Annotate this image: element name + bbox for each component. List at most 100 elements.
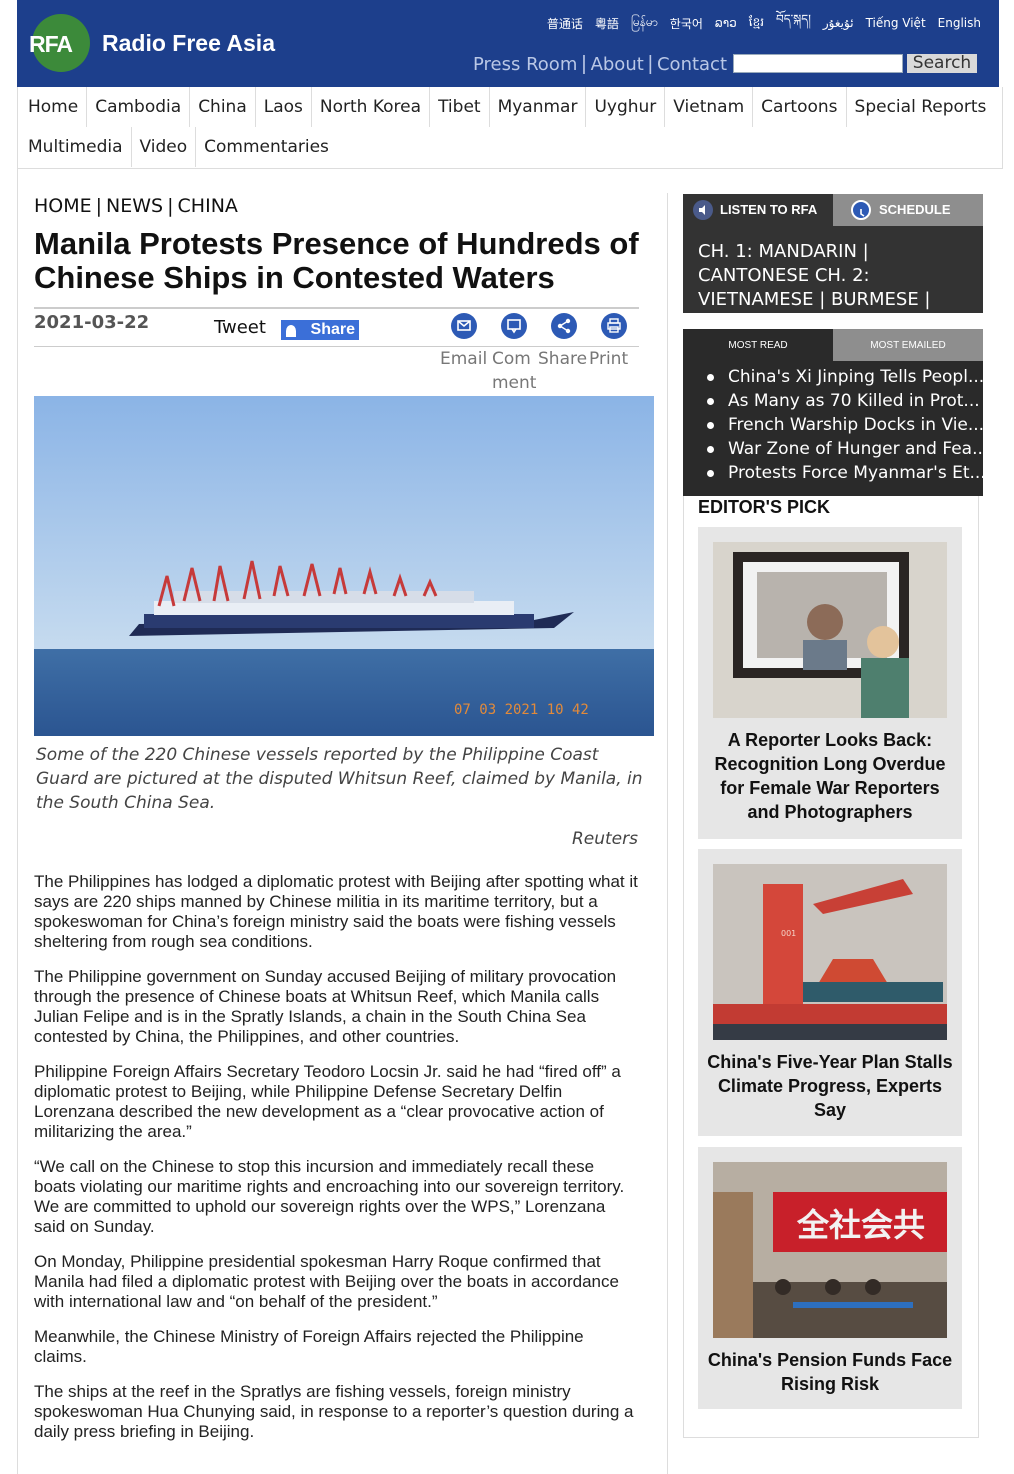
nav-row-1: Home Cambodia China Laos North Korea Tib… bbox=[20, 87, 994, 127]
email-icon[interactable] bbox=[451, 313, 477, 339]
crane-photo: 001 bbox=[713, 864, 947, 1040]
editors-pick-card[interactable]: 001 China's Five-Year Plan Stalls Climat… bbox=[698, 849, 962, 1136]
search-button[interactable]: Search bbox=[907, 54, 977, 73]
main-nav: Home Cambodia China Laos North Korea Tib… bbox=[17, 87, 1003, 169]
nav-item-myanmar[interactable]: Myanmar bbox=[490, 87, 587, 127]
facebook-share-button[interactable]: Share bbox=[281, 320, 359, 340]
facebook-icon bbox=[286, 325, 296, 337]
photo-credit: Reuters bbox=[571, 829, 638, 849]
paragraph: Philippine Foreign Affairs Secretary Teo… bbox=[34, 1062, 621, 1141]
editors-pick-title: EDITOR'S PICK bbox=[698, 497, 830, 517]
about-link[interactable]: About bbox=[591, 54, 644, 75]
nav-item-tibet[interactable]: Tibet bbox=[430, 87, 490, 127]
breadcrumb-china[interactable]: CHINA bbox=[178, 195, 238, 217]
breadcrumb-news[interactable]: NEWS bbox=[106, 195, 163, 217]
tweet-button[interactable]: Tweet bbox=[214, 317, 266, 338]
nav-item-uyghur[interactable]: Uyghur bbox=[586, 87, 666, 127]
article-body: The Philippines has lodged a diplomatic … bbox=[34, 872, 639, 1457]
print-icon[interactable] bbox=[601, 313, 627, 339]
site-header: RFA Radio Free Asia 普通话 粵語 မြန်မာ 한국어 ລາ… bbox=[17, 0, 999, 87]
most-read-list: China's Xi Jinping Tells Peopl... As Man… bbox=[707, 365, 988, 485]
nav-item-north-korea[interactable]: North Korea bbox=[312, 87, 431, 127]
lang-link[interactable]: ئۇيغۇر bbox=[823, 16, 854, 30]
listen-tab-label: LISTEN TO RFA bbox=[720, 202, 818, 217]
lang-link[interactable]: 普通话 bbox=[547, 15, 583, 32]
comment-label[interactable]: Com ment bbox=[492, 347, 540, 395]
nav-row-2: Multimedia Video Commentaries bbox=[20, 127, 337, 167]
card-caption[interactable]: A Reporter Looks Back: Recognition Long … bbox=[706, 728, 954, 824]
link-separator: | bbox=[647, 53, 653, 75]
breadcrumb-separator: | bbox=[95, 195, 103, 217]
list-item[interactable]: Protests Force Myanmar's Et... bbox=[707, 461, 988, 485]
photo-caption: Some of the 220 Chinese vessels reported… bbox=[36, 745, 643, 813]
nav-item-special-reports[interactable]: Special Reports bbox=[847, 87, 995, 127]
site-name[interactable]: Radio Free Asia bbox=[102, 30, 275, 57]
card-image: 001 bbox=[713, 864, 947, 1040]
nav-item-home[interactable]: Home bbox=[20, 87, 88, 127]
article: HOME | NEWS | CHINA Manila Protests Pres… bbox=[17, 169, 668, 1474]
card-caption[interactable]: China's Pension Funds Face Rising Risk bbox=[706, 1348, 954, 1396]
nav-item-laos[interactable]: Laos bbox=[256, 87, 312, 127]
listen-widget: LISTEN TO RFA SCHEDULE CH. 1: MANDARIN |… bbox=[683, 194, 983, 334]
paragraph: The Philippine government on Sunday accu… bbox=[34, 967, 617, 1046]
breadcrumb-separator: | bbox=[167, 195, 174, 217]
nav-item-cambodia[interactable]: Cambodia bbox=[87, 87, 191, 127]
lang-link[interactable]: 한국어 bbox=[670, 15, 703, 32]
article-title: Manila Protests Presence of Hundreds of … bbox=[34, 226, 639, 295]
most-read-widget: MOST READ MOST EMAILED China's Xi Jinpin… bbox=[683, 329, 988, 496]
top-links: Press Room | About | Contact bbox=[473, 53, 727, 76]
ships-photo-illustration: 07 03 2021 10 42 bbox=[34, 396, 654, 736]
lang-link[interactable]: བོད་སྐད། bbox=[776, 6, 811, 40]
paragraph: The ships at the reef in the Spratlys ar… bbox=[34, 1382, 634, 1441]
paragraph: Meanwhile, the Chinese Ministry of Forei… bbox=[34, 1327, 584, 1366]
most-emailed-tab[interactable]: MOST EMAILED bbox=[833, 329, 983, 361]
print-label[interactable]: Print bbox=[589, 349, 628, 369]
editors-pick-card[interactable]: A Reporter Looks Back: Recognition Long … bbox=[698, 527, 962, 839]
list-item[interactable]: War Zone of Hunger and Fea... bbox=[707, 437, 988, 461]
lang-link[interactable]: မြန်မာ bbox=[631, 14, 658, 32]
lang-link[interactable]: English bbox=[938, 16, 981, 30]
email-label[interactable]: Email bbox=[440, 349, 487, 369]
comment-icon[interactable] bbox=[501, 313, 527, 339]
article-date: 2021-03-22 bbox=[34, 312, 150, 333]
lang-link[interactable]: Tiếng Việt bbox=[866, 16, 926, 30]
lang-link[interactable]: ລາວ bbox=[715, 16, 737, 30]
paragraph: On Monday, Philippine presidential spoke… bbox=[34, 1252, 619, 1311]
schedule-tab-label: SCHEDULE bbox=[879, 202, 951, 217]
breadcrumb-home[interactable]: HOME bbox=[34, 195, 92, 217]
clock-icon bbox=[851, 200, 871, 220]
article-photo: 07 03 2021 10 42 bbox=[34, 396, 654, 736]
share-label: Share bbox=[310, 321, 355, 338]
list-item[interactable]: As Many as 70 Killed in Prot... bbox=[707, 389, 988, 413]
link-separator: | bbox=[581, 53, 587, 75]
banner-text: 全社会共 bbox=[796, 1206, 925, 1244]
share-icon[interactable] bbox=[551, 313, 577, 339]
rfa-logo[interactable]: RFA bbox=[29, 14, 90, 72]
nav-item-multimedia[interactable]: Multimedia bbox=[20, 127, 132, 167]
card-image bbox=[713, 542, 947, 718]
nav-item-cartoons[interactable]: Cartoons bbox=[753, 87, 847, 127]
schedule-tab[interactable]: SCHEDULE bbox=[833, 194, 983, 226]
editors-pick-card[interactable]: 全社会共 China's Pension Funds Face Rising R… bbox=[698, 1147, 962, 1409]
column-divider bbox=[667, 193, 668, 1474]
divider bbox=[34, 307, 639, 309]
lang-link[interactable]: ខ្មែរ bbox=[749, 14, 764, 32]
nav-item-vietnam[interactable]: Vietnam bbox=[665, 87, 754, 127]
listen-tab[interactable]: LISTEN TO RFA bbox=[683, 194, 833, 226]
search-input[interactable] bbox=[733, 54, 903, 73]
share-label-text[interactable]: Share bbox=[538, 349, 587, 369]
paragraph: The Philippines has lodged a diplomatic … bbox=[34, 872, 638, 951]
list-item[interactable]: French Warship Docks in Vie... bbox=[707, 413, 988, 437]
pension-photo: 全社会共 bbox=[713, 1162, 947, 1338]
svg-text:001: 001 bbox=[781, 929, 796, 938]
most-read-tab[interactable]: MOST READ bbox=[683, 329, 833, 361]
card-caption[interactable]: China's Five-Year Plan Stalls Climate Pr… bbox=[706, 1050, 954, 1122]
list-item[interactable]: China's Xi Jinping Tells Peopl... bbox=[707, 365, 988, 389]
nav-item-china[interactable]: China bbox=[190, 87, 256, 127]
contact-link[interactable]: Contact bbox=[657, 54, 727, 75]
nav-item-commentaries[interactable]: Commentaries bbox=[196, 127, 337, 167]
press-room-link[interactable]: Press Room bbox=[473, 54, 577, 75]
nav-item-video[interactable]: Video bbox=[132, 127, 197, 167]
lang-link[interactable]: 粵語 bbox=[595, 15, 619, 32]
paragraph: “We call on the Chinese to stop this inc… bbox=[34, 1157, 625, 1236]
